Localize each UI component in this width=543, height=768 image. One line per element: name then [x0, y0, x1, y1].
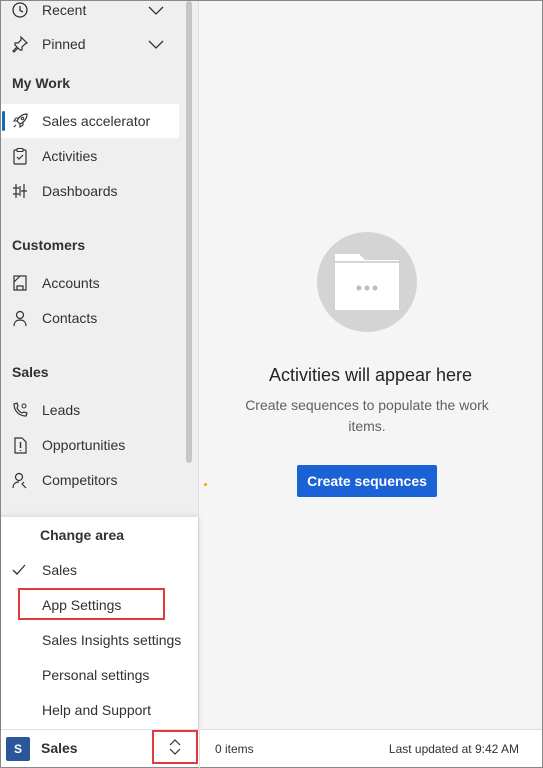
highlight-annotation	[18, 588, 165, 620]
empty-state-description: Create sequences to populate the work it…	[245, 397, 489, 434]
sidebar-scrollbar[interactable]	[186, 1, 192, 463]
sidebar-item-label: Activities	[42, 148, 98, 164]
sidebar-item-label: Dashboards	[42, 183, 118, 199]
sidebar-item-label: Leads	[42, 402, 81, 418]
sidebar-item-accounts[interactable]: Accounts	[1, 266, 179, 300]
sidebar-item-leads[interactable]: Leads	[1, 393, 179, 427]
bottom-bar: S Sales 0 items Last updated at 9:42 AM	[1, 729, 542, 768]
chevron-down-icon[interactable]	[147, 35, 165, 53]
sidebar-item-label: Accounts	[42, 275, 100, 291]
sidebar-item-sales-accelerator[interactable]: Sales accelerator	[1, 104, 179, 138]
area-option-help-and-support[interactable]: Help and Support	[1, 694, 198, 726]
sidebar-item-label: Sales accelerator	[42, 113, 151, 129]
section-title-sales: Sales	[12, 364, 49, 380]
dashboard-icon	[11, 182, 29, 200]
person-icon	[11, 309, 29, 327]
flyout-item-label: Sales Insights settings	[42, 632, 182, 648]
phone-person-icon	[11, 401, 29, 419]
chevron-down-icon[interactable]	[147, 1, 165, 19]
main-panel: Activities will appear here Create seque…	[199, 1, 542, 729]
items-count: 0 items	[215, 742, 254, 756]
flyout-item-label: Personal settings	[42, 667, 150, 683]
sidebar-item-label: Competitors	[42, 472, 118, 488]
sidebar-item-opportunities[interactable]: Opportunities	[1, 428, 179, 462]
sidebar-item-competitors[interactable]: Competitors	[1, 463, 179, 497]
sidebar-item-dashboards[interactable]: Dashboards	[1, 174, 179, 208]
chevron-up-down-icon	[169, 739, 181, 755]
rocket-icon	[11, 112, 29, 130]
flyout-item-label: Help and Support	[42, 702, 151, 718]
section-title-my-work: My Work	[12, 75, 71, 91]
area-avatar[interactable]: S	[6, 737, 30, 761]
flyout-item-label: Sales	[42, 562, 78, 578]
checkmark-icon	[11, 562, 27, 578]
create-sequences-button[interactable]: Create sequences	[297, 465, 437, 497]
person-search-icon	[11, 471, 29, 489]
clipboard-icon	[11, 147, 29, 165]
pin-icon	[11, 35, 29, 53]
area-switcher-button[interactable]	[152, 730, 198, 764]
sidebar-item-activities[interactable]: Activities	[1, 139, 179, 173]
clock-icon	[11, 1, 29, 19]
area-name[interactable]: Sales	[41, 740, 78, 756]
sidebar-item-label: Contacts	[42, 310, 98, 326]
sidebar-item-label: Pinned	[42, 36, 86, 52]
sidebar-item-contacts[interactable]: Contacts	[1, 301, 179, 335]
document-exclaim-icon	[11, 436, 29, 454]
sidebar-item-pinned[interactable]: Pinned	[1, 27, 179, 61]
folder-icon	[335, 254, 399, 310]
area-option-personal-settings[interactable]: Personal settings	[1, 659, 198, 691]
empty-state-title: Activities will appear here	[268, 365, 473, 385]
change-area-flyout: Change area Sales App Settings Sales Ins…	[1, 517, 198, 729]
sidebar-item-label: Opportunities	[42, 437, 126, 453]
last-updated: Last updated at 9:42 AM	[388, 742, 519, 756]
divider	[199, 730, 200, 768]
area-option-sales-insights-settings[interactable]: Sales Insights settings	[1, 624, 198, 656]
building-icon	[11, 274, 29, 292]
sidebar-item-label: Recent	[42, 2, 87, 18]
indicator-dot	[204, 483, 207, 486]
section-title-customers: Customers	[12, 237, 86, 253]
empty-state-illustration	[317, 232, 417, 332]
sidebar-item-recent[interactable]: Recent	[1, 1, 179, 27]
flyout-title: Change area	[40, 527, 125, 543]
area-option-sales[interactable]: Sales	[1, 554, 198, 586]
